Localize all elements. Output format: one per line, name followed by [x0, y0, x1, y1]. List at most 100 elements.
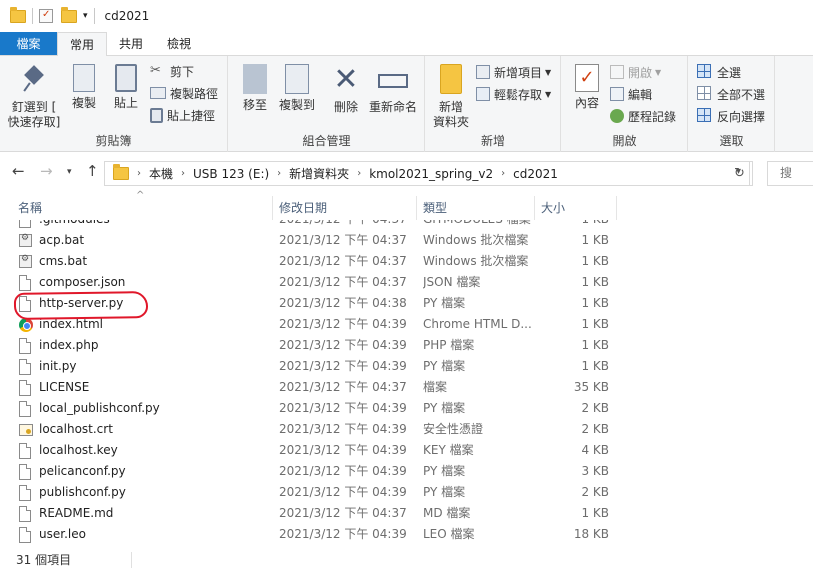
file-size: 3 KB: [581, 464, 609, 478]
delete-button[interactable]: ✕ 刪除: [329, 64, 363, 115]
pin-icon: [24, 68, 44, 92]
chevron-right-icon[interactable]: ›: [277, 168, 281, 179]
copy-to-button[interactable]: 複製到: [273, 64, 321, 113]
file-row[interactable]: README.md 2021/3/12 下午 04:37 MD 檔案 1 KB: [0, 503, 813, 524]
open-group-label: 開啟: [612, 134, 637, 148]
file-page-icon: [19, 338, 31, 354]
file-name: acp.bat: [39, 233, 85, 247]
easy-access-icon: [476, 87, 490, 101]
file-name: publishconf.py: [39, 485, 126, 499]
tab-home[interactable]: 常用: [57, 32, 108, 56]
file-name: index.php: [39, 338, 99, 352]
file-date: 2021/3/12 下午 04:39: [279, 464, 407, 478]
file-page-icon: [19, 359, 31, 375]
breadcrumb-this-pc[interactable]: 本機: [149, 165, 173, 182]
file-row[interactable]: cms.bat 2021/3/12 下午 04:37 Windows 批次檔案 1 K…: [0, 251, 813, 272]
file-row[interactable]: LICENSE 2021/3/12 下午 04:37 檔案 35 KB: [0, 377, 813, 398]
open-button[interactable]: 開啟 ▼: [610, 62, 661, 82]
cut-button[interactable]: ✂ 剪下: [150, 61, 194, 81]
breadcrumb-new-folder[interactable]: 新增資料夾: [289, 165, 349, 182]
select-all-button[interactable]: 全選: [697, 62, 741, 82]
copy-button[interactable]: 複製: [66, 64, 102, 111]
open-label: 開啟: [628, 65, 653, 80]
up-arrow-icon[interactable]: ↑: [86, 162, 99, 180]
file-size: 35 KB: [573, 380, 609, 394]
breadcrumb-usb-drive[interactable]: USB 123 (E:): [193, 167, 269, 181]
paste-shortcut-button[interactable]: 貼上捷徑: [150, 105, 215, 125]
file-size: 1 KB: [581, 317, 609, 331]
new-folder-icon[interactable]: [61, 6, 77, 23]
clipboard-icon: [115, 64, 137, 92]
column-header-date[interactable]: 修改日期: [273, 196, 417, 220]
file-row[interactable]: local_publishconf.py 2021/3/12 下午 04:39 PY…: [0, 398, 813, 419]
file-row[interactable]: .gitmodules 2021/3/12 下午 04:37 GITMODULES …: [0, 220, 813, 230]
chevron-right-icon[interactable]: ›: [181, 168, 185, 179]
file-row[interactable]: localhost.key 2021/3/12 下午 04:39 KEY 檔案 4 K…: [0, 440, 813, 461]
file-date: 2021/3/12 下午 04:39: [279, 317, 407, 331]
file-type: Windows 批次檔案: [423, 254, 529, 268]
file-name: localhost.key: [39, 443, 118, 457]
address-bar[interactable]: › 本機 › USB 123 (E:) › 新增資料夾 › kmol2021_s…: [104, 161, 750, 186]
file-row[interactable]: localhost.crt 2021/3/12 下午 04:39 安全性憑證 2 KB: [0, 419, 813, 440]
history-icon: [610, 109, 624, 123]
file-row[interactable]: composer.json 2021/3/12 下午 04:37 JSON 檔案 1 …: [0, 272, 813, 293]
chevron-down-icon: ▼: [655, 67, 662, 77]
file-row[interactable]: init.py 2021/3/12 下午 04:39 PY 檔案 1 KB: [0, 356, 813, 377]
file-size: 2 KB: [581, 401, 609, 415]
file-row[interactable]: acp.bat 2021/3/12 下午 04:37 Windows 批次檔案 1 K…: [0, 230, 813, 251]
easy-access-button[interactable]: 輕鬆存取 ▼: [476, 84, 551, 104]
file-date: 2021/3/12 下午 04:39: [279, 443, 407, 457]
file-name: user.leo: [39, 527, 86, 541]
column-header-size[interactable]: 大小: [535, 196, 617, 220]
file-row[interactable]: index.php 2021/3/12 下午 04:39 PHP 檔案 1 KB: [0, 335, 813, 356]
invert-selection-button[interactable]: 反向選擇: [697, 106, 765, 126]
move-to-button[interactable]: 移至: [235, 64, 275, 113]
select-none-button[interactable]: 全部不選: [697, 84, 765, 104]
file-row[interactable]: user.leo 2021/3/12 下午 04:39 LEO 檔案 18 KB: [0, 524, 813, 545]
breadcrumb-kmol2021[interactable]: kmol2021_spring_v2: [369, 167, 493, 181]
pin-quick-access-button[interactable]: 釘選到 [ 快速存取]: [6, 64, 62, 130]
back-arrow-icon[interactable]: ←: [12, 162, 25, 180]
file-bat-icon: [19, 254, 32, 268]
new-folder-button[interactable]: 新增 資料夾: [430, 64, 472, 130]
chevron-right-icon[interactable]: ›: [501, 168, 505, 179]
history-button[interactable]: 歷程記錄: [610, 106, 676, 126]
file-name: index.html: [39, 317, 103, 331]
chevron-right-icon[interactable]: ›: [137, 168, 141, 179]
copy-to-icon: [285, 64, 309, 94]
column-header-row: ^ 名稱 修改日期 類型 大小: [0, 190, 813, 220]
paste-shortcut-icon: [150, 107, 163, 123]
file-name: LICENSE: [39, 380, 90, 394]
tab-file[interactable]: 檔案: [0, 32, 57, 55]
edit-icon: [610, 87, 624, 101]
rename-button[interactable]: 重新命名: [365, 64, 421, 115]
column-header-type[interactable]: 類型: [417, 196, 535, 220]
paste-button[interactable]: 貼上: [108, 64, 144, 111]
file-row[interactable]: pelicanconf.py 2021/3/12 下午 04:39 PY 檔案 3 K…: [0, 461, 813, 482]
chevron-right-icon[interactable]: ›: [357, 168, 361, 179]
tab-view[interactable]: 檢視: [155, 32, 203, 55]
file-row[interactable]: publishconf.py 2021/3/12 下午 04:39 PY 檔案 2 K…: [0, 482, 813, 503]
file-row[interactable]: index.html 2021/3/12 下午 04:39 Chrome HTML …: [0, 314, 813, 335]
forward-arrow-icon[interactable]: →: [40, 162, 53, 180]
properties-button[interactable]: ✓ 內容: [568, 64, 606, 111]
file-type: 檔案: [423, 380, 448, 394]
recent-locations-chevron-icon[interactable]: ▾: [67, 167, 72, 177]
search-placeholder: 搜: [780, 166, 793, 180]
file-size: 1 KB: [581, 275, 609, 289]
copy-label: 複製: [71, 96, 96, 110]
file-size: 1 KB: [540, 220, 609, 230]
refresh-icon[interactable]: ↻: [727, 161, 753, 186]
column-header-name[interactable]: 名稱: [12, 196, 273, 220]
copy-path-button[interactable]: 複製路徑: [150, 83, 218, 103]
edit-button[interactable]: 編輯: [610, 84, 652, 104]
file-date: 2021/3/12 下午 04:39: [279, 527, 407, 541]
file-type: PY 檔案: [423, 296, 466, 310]
breadcrumb-cd2021[interactable]: cd2021: [513, 167, 558, 181]
properties-icon[interactable]: [39, 9, 53, 23]
new-item-button[interactable]: 新增項目 ▼: [476, 62, 551, 82]
search-input[interactable]: 搜: [767, 161, 813, 186]
chevron-down-icon[interactable]: ▾: [83, 11, 88, 21]
tab-share[interactable]: 共用: [107, 32, 155, 55]
file-row[interactable]: http-server.py 2021/3/12 下午 04:38 PY 檔案 1 K…: [0, 293, 813, 314]
